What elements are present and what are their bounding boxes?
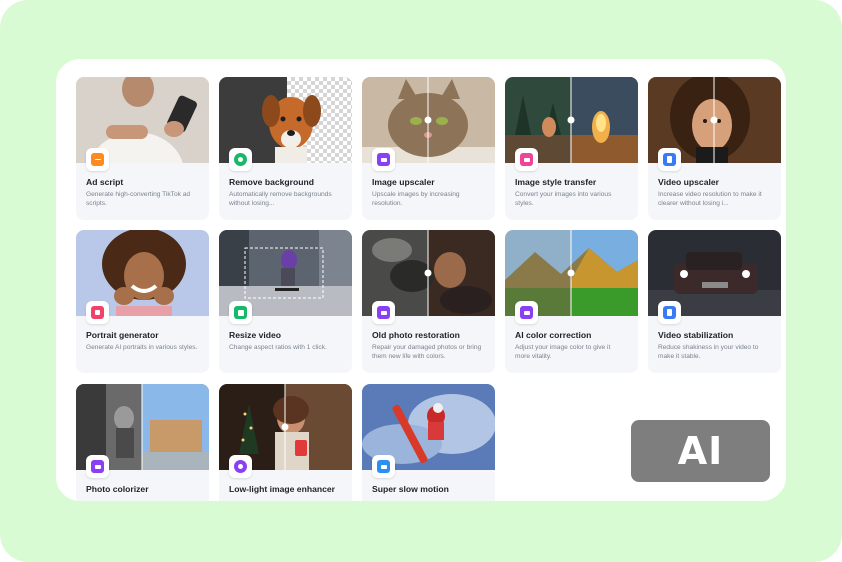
tool-description: Repair your damaged photos or bring them… — [372, 344, 482, 361]
tool-title: Ad script — [86, 177, 124, 187]
tool-description: Generate AI portraits in various styles. — [86, 344, 198, 351]
moon-icon — [229, 455, 252, 478]
color-correction-icon — [515, 301, 538, 324]
tool-card-photo-colorizer[interactable]: Photo colorizer — [76, 384, 209, 501]
tool-title: Image upscaler — [372, 177, 435, 187]
style-transfer-icon — [515, 148, 538, 171]
portrait-icon — [86, 301, 109, 324]
tool-description: Adjust your image color to give it more … — [515, 344, 611, 361]
tool-description: Upscale images by increasing resolution. — [372, 191, 460, 208]
restore-photo-icon — [372, 301, 395, 324]
tool-title: AI color correction — [515, 330, 592, 340]
colorizer-icon — [86, 455, 109, 478]
video-upscale-icon — [658, 148, 681, 171]
tool-card-ad-script[interactable]: Ad script Generate high-converting TikTo… — [76, 77, 209, 220]
tool-description: Increase video resolution to make it cle… — [658, 191, 762, 208]
tool-title: Photo colorizer — [86, 484, 149, 494]
tool-title: Image style transfer — [515, 177, 597, 187]
tool-card-resize-video[interactable]: Resize video Change aspect ratios with 1… — [219, 230, 352, 373]
slow-motion-icon — [372, 455, 395, 478]
tool-title: Old photo restoration — [372, 330, 460, 340]
tool-title: Remove background — [229, 177, 315, 187]
tool-description: Automatically remove backgrounds without… — [229, 191, 332, 208]
tool-title: Video stabilization — [658, 330, 734, 340]
image-4k-icon — [372, 148, 395, 171]
tool-card-portrait-generator[interactable]: Portrait generator Generate AI portraits… — [76, 230, 209, 373]
tool-title: Resize video — [229, 330, 282, 340]
tool-card-low-light-image-enhancer[interactable]: Low-light image enhancer — [219, 384, 352, 501]
ai-badge: AI — [631, 420, 770, 482]
tool-title: Super slow motion — [372, 484, 449, 494]
tool-card-video-upscaler[interactable]: Video upscaler Increase video resolution… — [648, 77, 781, 220]
stabilization-icon — [658, 301, 681, 324]
tool-description: Convert your images into various styles. — [515, 191, 612, 208]
tool-description: Reduce shakiness in your video to make i… — [658, 344, 759, 361]
tool-card-video-stabilization[interactable]: Video stabilization Reduce shakiness in … — [648, 230, 781, 373]
tool-card-image-style-transfer[interactable]: Image style transfer Convert your images… — [505, 77, 638, 220]
tool-card-image-upscaler[interactable]: Image upscaler Upscale images by increas… — [362, 77, 495, 220]
tool-description: Change aspect ratios with 1 click. — [229, 344, 327, 351]
tool-card-super-slow-motion[interactable]: Super slow motion — [362, 384, 495, 501]
remove-bg-icon — [229, 148, 252, 171]
tool-description: Generate high-converting TikTok ad scrip… — [86, 191, 191, 208]
tool-card-old-photo-restoration[interactable]: Old photo restoration Repair your damage… — [362, 230, 495, 373]
tool-title: Video upscaler — [658, 177, 719, 187]
resize-icon — [229, 301, 252, 324]
tool-card-remove-background[interactable]: Remove background Automatically remove b… — [219, 77, 352, 220]
tool-card-ai-color-correction[interactable]: AI color correction Adjust your image co… — [505, 230, 638, 373]
document-icon — [86, 148, 109, 171]
tool-title: Low-light image enhancer — [229, 484, 336, 494]
tool-title: Portrait generator — [86, 330, 159, 340]
